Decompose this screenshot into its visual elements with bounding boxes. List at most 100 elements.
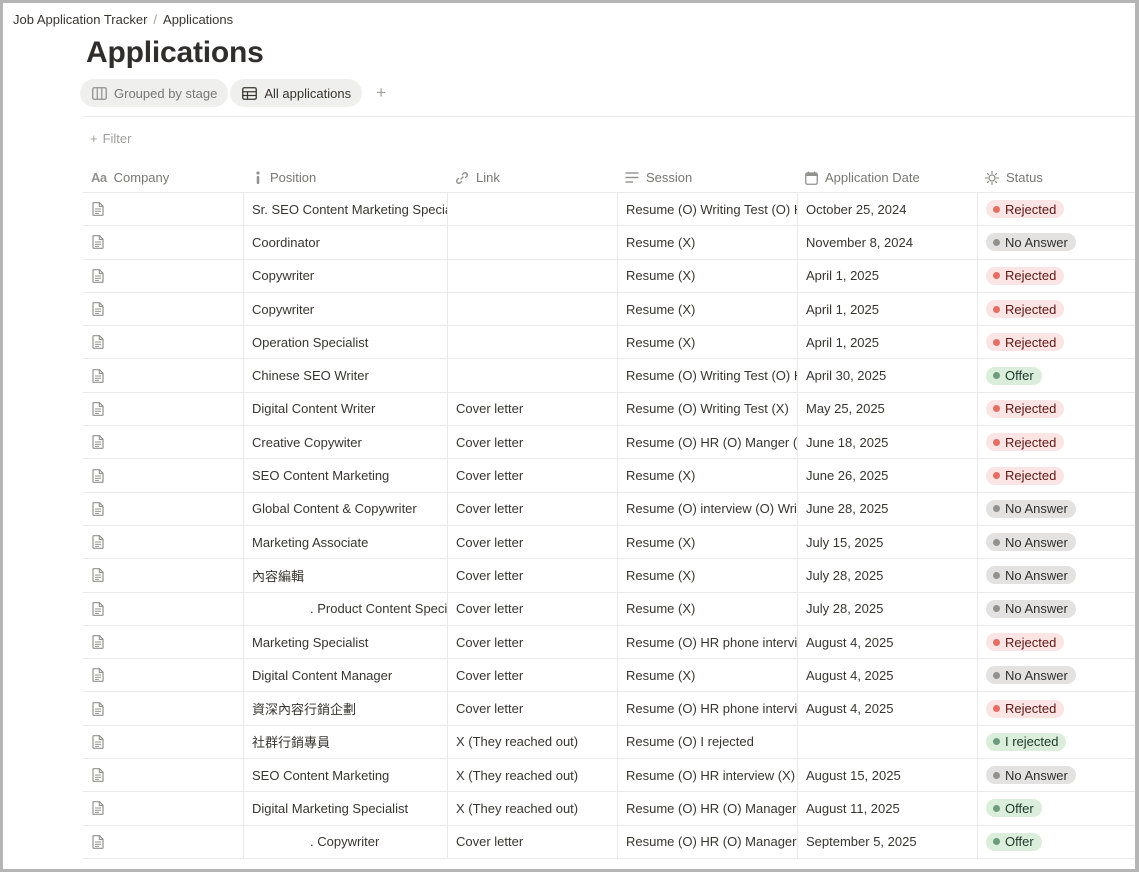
position-cell[interactable]: SEO Content Marketing <box>243 759 447 792</box>
table-row[interactable]: Operation Specialist Resume (X) April 1, 2… <box>83 326 1139 360</box>
session-cell[interactable]: Resume (O) HR phone interview <box>617 692 797 725</box>
application-date-cell[interactable]: April 1, 2025 <box>797 292 977 326</box>
link-cell[interactable]: Cover letter <box>447 392 617 426</box>
status-cell[interactable]: No Answer <box>977 226 1139 259</box>
application-date-cell[interactable]: June 28, 2025 <box>797 492 977 525</box>
position-cell[interactable]: 內容編輯 <box>243 559 447 592</box>
position-cell[interactable]: Coordinator <box>243 226 447 259</box>
status-cell[interactable]: No Answer <box>977 659 1139 692</box>
session-cell[interactable]: Resume (X) <box>617 659 797 692</box>
table-row[interactable]: Global Content & Copywriter Cover letter R… <box>83 492 1139 526</box>
position-cell[interactable]: Creative Copywiter <box>243 426 447 459</box>
link-cell[interactable]: Cover letter <box>447 559 617 592</box>
application-date-cell[interactable]: August 4, 2025 <box>797 659 977 692</box>
application-date-cell[interactable]: April 1, 2025 <box>797 259 977 292</box>
link-cell[interactable] <box>447 359 617 392</box>
position-cell[interactable]: . Copywriter <box>243 825 447 858</box>
link-cell[interactable]: Cover letter <box>447 692 617 725</box>
table-row[interactable]: Creative Copywiter Cover letter Resume (O)… <box>83 426 1139 460</box>
link-cell[interactable]: X (They reached out) <box>447 725 617 759</box>
link-cell[interactable]: X (They reached out) <box>447 759 617 792</box>
application-date-cell[interactable]: June 26, 2025 <box>797 459 977 492</box>
status-cell[interactable]: Offer <box>977 359 1139 392</box>
table-row[interactable]: Sr. SEO Content Marketing Specialist Resu… <box>83 193 1139 227</box>
status-cell[interactable]: No Answer <box>977 559 1139 592</box>
application-date-cell[interactable]: June 18, 2025 <box>797 426 977 459</box>
position-cell[interactable]: SEO Content Marketing <box>243 459 447 492</box>
position-cell[interactable]: Digital Marketing Specialist <box>243 792 447 825</box>
session-cell[interactable]: Resume (O) Writing Test (O) HR <box>617 359 797 392</box>
session-cell[interactable]: Resume (O) HR (O) Manger (X) <box>617 426 797 459</box>
column-header-position[interactable]: Position <box>253 162 316 193</box>
tab-grouped-by-stage[interactable]: Grouped by stage <box>80 79 229 107</box>
position-cell[interactable]: Sr. SEO Content Marketing Specialist <box>243 193 447 226</box>
column-header-link[interactable]: Link <box>455 162 500 193</box>
status-cell[interactable]: Rejected <box>977 625 1139 659</box>
position-cell[interactable]: Global Content & Copywriter <box>243 492 447 525</box>
status-cell[interactable]: No Answer <box>977 525 1139 559</box>
link-cell[interactable]: Cover letter <box>447 592 617 625</box>
link-cell[interactable] <box>447 193 617 226</box>
table-row[interactable]: Digital Content Manager Cover letter Resum… <box>83 659 1139 693</box>
link-cell[interactable]: Cover letter <box>447 459 617 492</box>
position-cell[interactable]: Digital Content Writer <box>243 392 447 426</box>
application-date-cell[interactable]: August 11, 2025 <box>797 792 977 825</box>
table-row[interactable]: 社群行銷專員 X (They reached out) Resume (O) I r… <box>83 725 1139 760</box>
application-date-cell[interactable]: August 15, 2025 <box>797 759 977 792</box>
link-cell[interactable]: Cover letter <box>447 825 617 858</box>
session-cell[interactable]: Resume (O) HR (O) Manager (O) <box>617 792 797 825</box>
column-header-company[interactable]: Aa Company <box>91 162 169 193</box>
link-cell[interactable]: Cover letter <box>447 525 617 559</box>
application-date-cell[interactable]: April 30, 2025 <box>797 359 977 392</box>
application-date-cell[interactable]: May 25, 2025 <box>797 392 977 426</box>
session-cell[interactable]: Resume (X) <box>617 226 797 259</box>
table-row[interactable]: Chinese SEO Writer Resume (O) Writing Tes… <box>83 359 1139 393</box>
session-cell[interactable]: Resume (X) <box>617 292 797 326</box>
status-cell[interactable]: Rejected <box>977 292 1139 326</box>
application-date-cell[interactable] <box>797 725 977 759</box>
table-row[interactable]: SEO Content Marketing X (They reached out… <box>83 759 1139 793</box>
link-cell[interactable] <box>447 226 617 259</box>
status-cell[interactable]: Offer <box>977 792 1139 825</box>
session-cell[interactable]: Resume (X) <box>617 592 797 625</box>
session-cell[interactable]: Resume (X) <box>617 459 797 492</box>
application-date-cell[interactable]: September 5, 2025 <box>797 825 977 858</box>
status-cell[interactable]: No Answer <box>977 759 1139 792</box>
position-cell[interactable]: 資深內容行銷企劃 <box>243 692 447 725</box>
table-row[interactable]: 內容編輯 Cover letter Resume (X) July 28, 2025 N… <box>83 559 1139 593</box>
table-row[interactable]: Marketing Specialist Cover letter Resume (… <box>83 625 1139 660</box>
link-cell[interactable]: X (They reached out) <box>447 792 617 825</box>
table-row[interactable]: Digital Content Writer Cover letter Resume… <box>83 392 1139 427</box>
position-cell[interactable]: Marketing Specialist <box>243 625 447 659</box>
table-row[interactable]: Copywriter Resume (X) April 1, 2025 Rejecte… <box>83 292 1139 327</box>
breadcrumb-page[interactable]: Applications <box>163 12 233 27</box>
table-row[interactable]: Coordinator Resume (X) November 8, 2024 No … <box>83 226 1139 260</box>
position-cell[interactable]: Digital Content Manager <box>243 659 447 692</box>
status-cell[interactable]: I rejected <box>977 725 1139 759</box>
filter-button[interactable]: + Filter <box>90 131 131 146</box>
link-cell[interactable]: Cover letter <box>447 659 617 692</box>
session-cell[interactable]: Resume (X) <box>617 326 797 359</box>
application-date-cell[interactable]: November 8, 2024 <box>797 226 977 259</box>
status-cell[interactable]: Rejected <box>977 193 1139 226</box>
position-cell[interactable]: 社群行銷專員 <box>243 725 447 759</box>
column-header-status[interactable]: Status <box>985 162 1043 193</box>
position-cell[interactable]: Copywriter <box>243 259 447 292</box>
table-row[interactable]: Marketing Associate Cover letter Resume (X… <box>83 525 1139 560</box>
breadcrumb-workspace[interactable]: Job Application Tracker <box>13 12 147 27</box>
table-row[interactable]: SEO Content Marketing Cover letter Resume … <box>83 459 1139 493</box>
application-date-cell[interactable]: April 1, 2025 <box>797 326 977 359</box>
status-cell[interactable]: Rejected <box>977 459 1139 492</box>
table-row[interactable]: Copywriter Resume (X) April 1, 2025 Rejecte… <box>83 259 1139 293</box>
session-cell[interactable]: Resume (O) HR (O) Manager (O) <box>617 825 797 858</box>
link-cell[interactable]: Cover letter <box>447 625 617 659</box>
add-view-button[interactable]: + <box>372 84 390 102</box>
tab-all-applications[interactable]: All applications <box>230 79 363 107</box>
session-cell[interactable]: Resume (O) HR phone interview <box>617 625 797 659</box>
table-row[interactable]: 資深內容行銷企劃 Cover letter Resume (O) HR phone … <box>83 692 1139 726</box>
link-cell[interactable]: Cover letter <box>447 426 617 459</box>
link-cell[interactable] <box>447 292 617 326</box>
table-row[interactable]: . Copywriter Cover letter Resume (O) HR (O… <box>83 825 1139 859</box>
session-cell[interactable]: Resume (X) <box>617 259 797 292</box>
session-cell[interactable]: Resume (X) <box>617 525 797 559</box>
